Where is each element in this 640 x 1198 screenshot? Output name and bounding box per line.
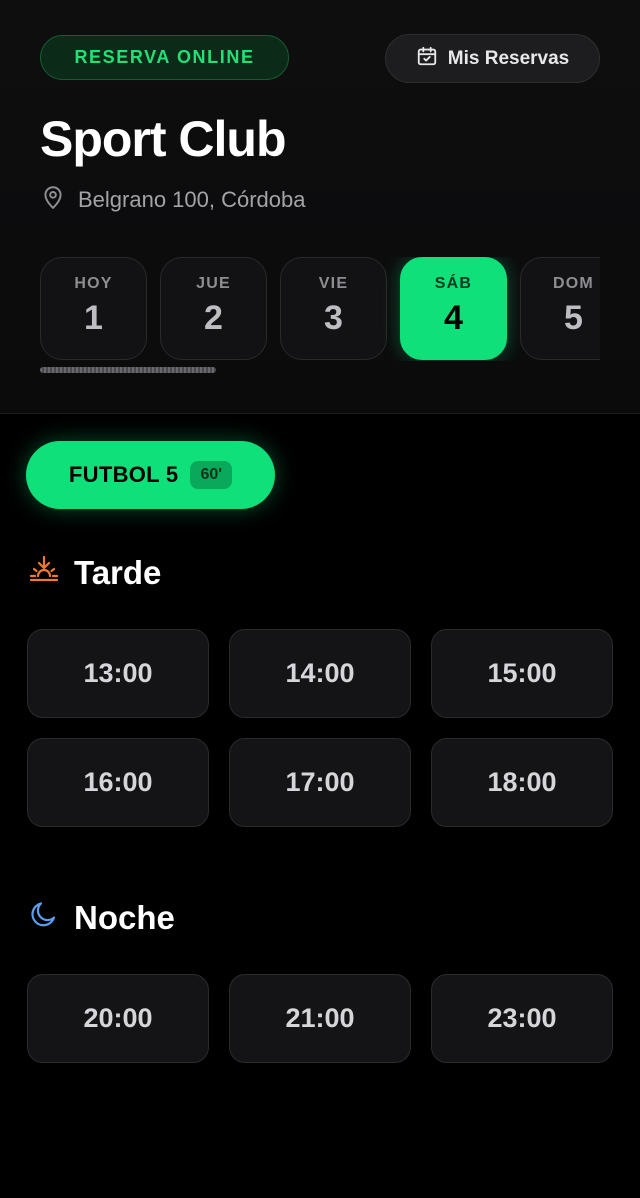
day-name: SÁB bbox=[434, 275, 473, 292]
time-slot-button[interactable]: 23:00 bbox=[431, 974, 613, 1063]
day-number: 3 bbox=[324, 299, 343, 337]
day-name: DOM bbox=[553, 275, 594, 292]
sport-name: FUTBOL 5 bbox=[68, 462, 179, 487]
time-slot-button[interactable]: 15:00 bbox=[431, 629, 613, 718]
time-slot-button[interactable]: 20:00 bbox=[27, 974, 209, 1063]
day-selector: HOY 1 JUE 2 VIE 3 SÁB 4 DOM 5 bbox=[40, 257, 600, 361]
time-slot-button[interactable]: 14:00 bbox=[229, 629, 411, 718]
time-slot-button[interactable]: 18:00 bbox=[431, 738, 613, 827]
my-reservations-label: Mis Reservas bbox=[447, 47, 570, 69]
day-name: JUE bbox=[196, 275, 231, 292]
duration-badge: 60' bbox=[190, 461, 233, 489]
day-card-1[interactable]: HOY 1 bbox=[40, 257, 147, 360]
day-card-2[interactable]: JUE 2 bbox=[160, 257, 267, 360]
day-number: 5 bbox=[564, 299, 583, 337]
sport-filter-futbol5[interactable]: FUTBOL 5 60' bbox=[26, 441, 275, 509]
day-name: VIE bbox=[318, 275, 349, 292]
address-text: Belgrano 100, Córdoba bbox=[78, 187, 306, 212]
day-card-3[interactable]: VIE 3 bbox=[280, 257, 387, 360]
section-title-tarde: Tarde bbox=[28, 553, 161, 593]
online-booking-badge: RESERVA ONLINE bbox=[40, 35, 289, 80]
moon-icon bbox=[28, 898, 60, 938]
day-number: 4 bbox=[444, 299, 463, 337]
section-label: Tarde bbox=[74, 554, 162, 591]
time-slot-button[interactable]: 17:00 bbox=[229, 738, 411, 827]
location-pin-icon bbox=[40, 184, 66, 216]
my-reservations-button[interactable]: Mis Reservas bbox=[385, 34, 600, 83]
day-card-4[interactable]: SÁB 4 bbox=[400, 257, 507, 360]
time-slot-button[interactable]: 16:00 bbox=[27, 738, 209, 827]
time-slot-button[interactable]: 13:00 bbox=[27, 629, 209, 718]
header: RESERVA ONLINE Mis Reservas Sport Club B… bbox=[0, 0, 640, 414]
time-slot-button[interactable]: 21:00 bbox=[229, 974, 411, 1063]
club-address: Belgrano 100, Córdoba bbox=[40, 184, 306, 216]
section-label: Noche bbox=[74, 899, 175, 936]
day-selector-scrollbar[interactable] bbox=[40, 367, 216, 373]
sunset-icon bbox=[28, 553, 60, 593]
day-card-5[interactable]: DOM 5 bbox=[520, 257, 600, 360]
day-number: 2 bbox=[204, 299, 223, 337]
club-title: Sport Club bbox=[40, 111, 287, 167]
day-number: 1 bbox=[84, 299, 103, 337]
calendar-check-icon bbox=[416, 45, 438, 73]
section-title-noche: Noche bbox=[28, 898, 175, 938]
day-name: HOY bbox=[74, 275, 113, 292]
